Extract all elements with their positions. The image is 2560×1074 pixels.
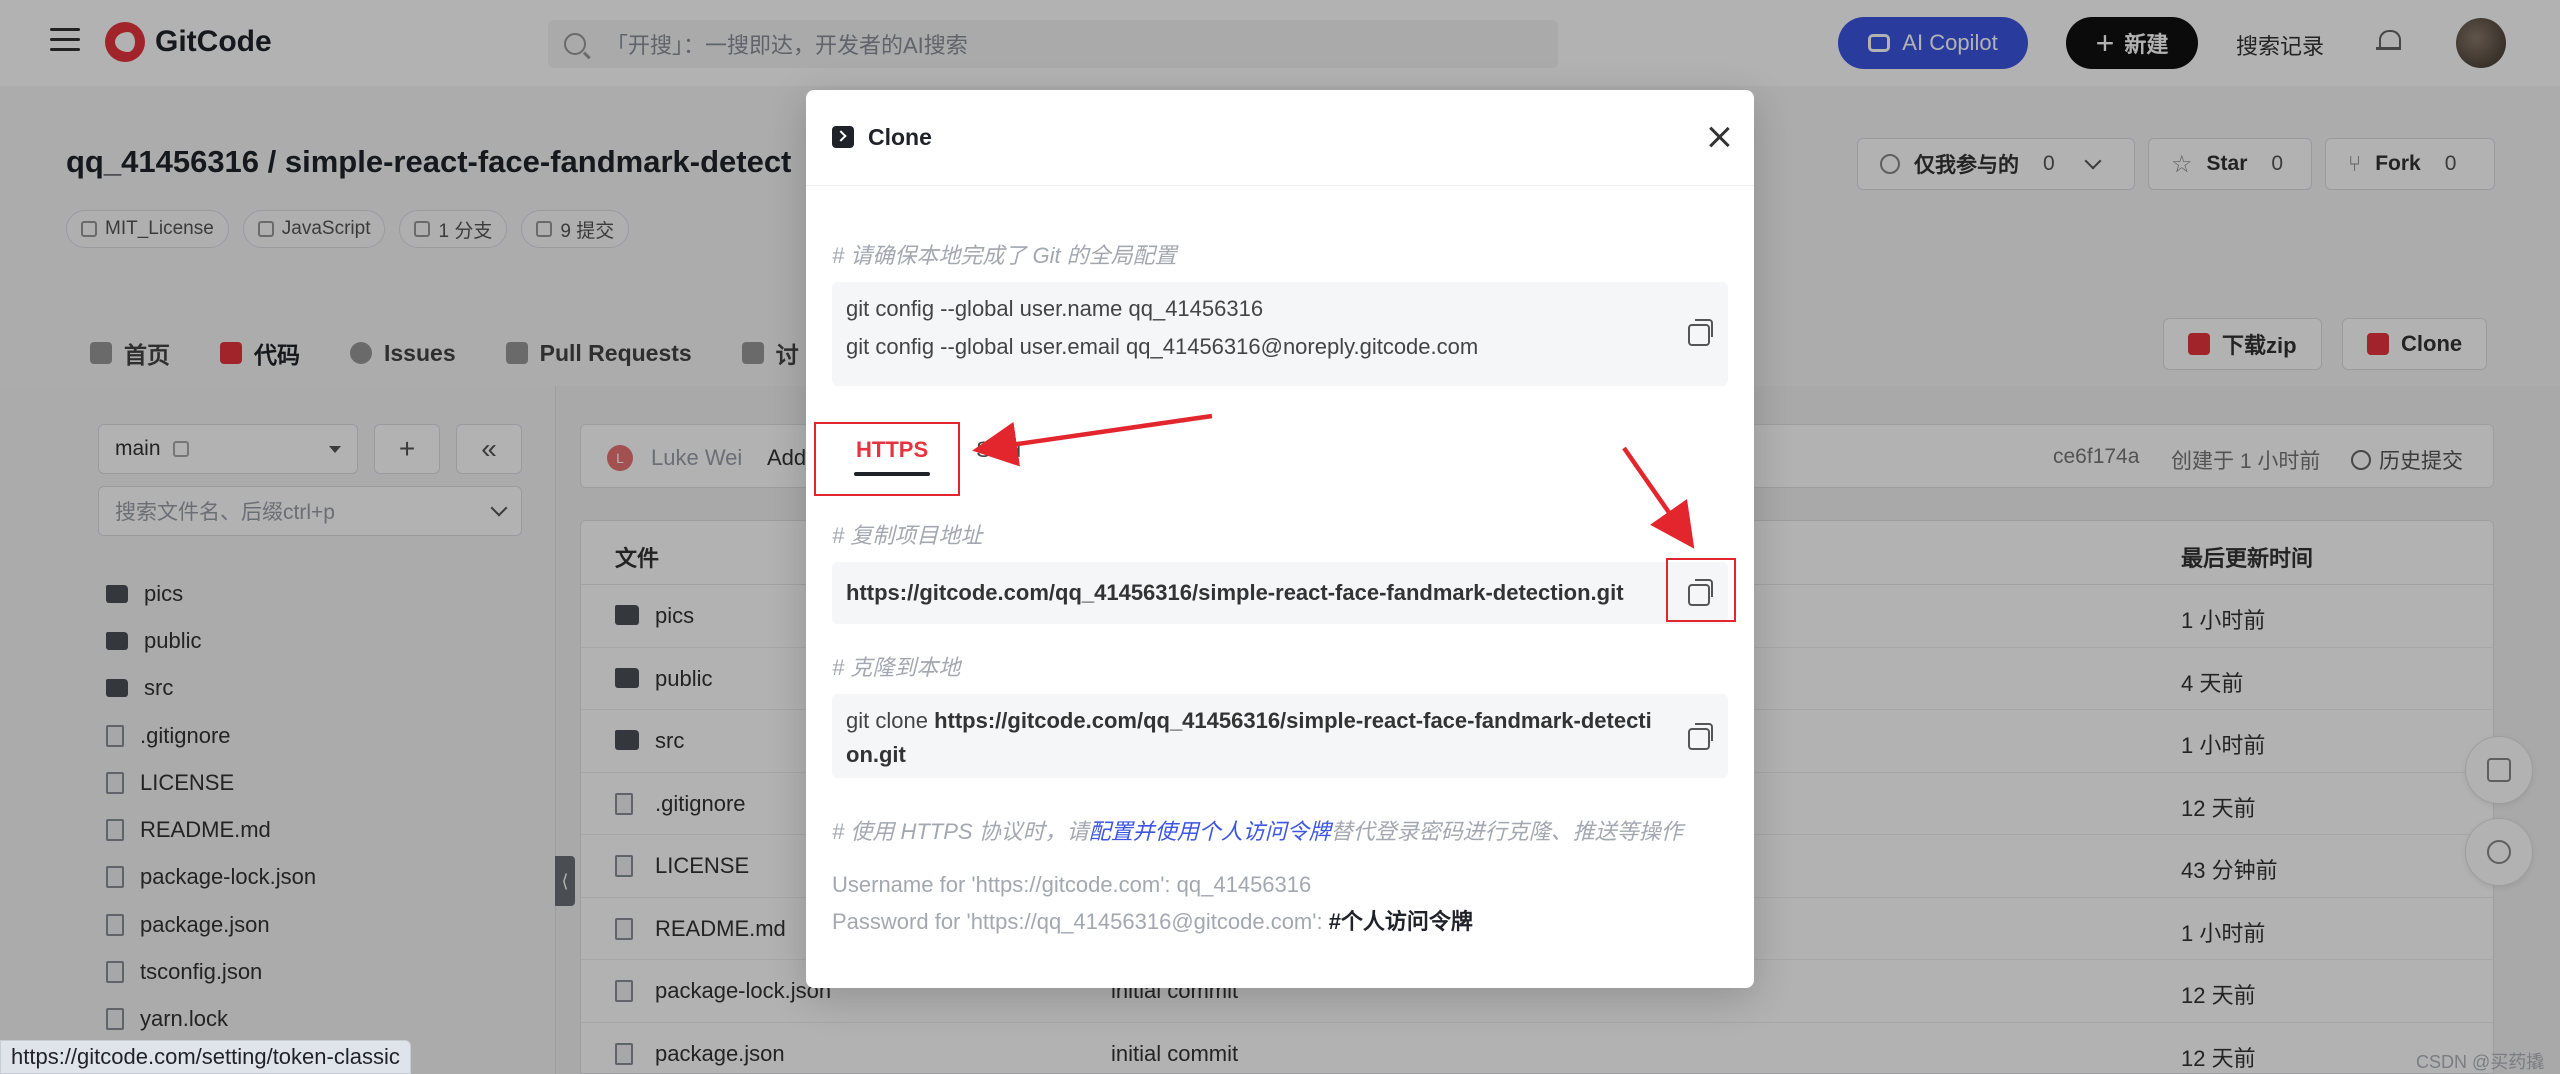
modal-title: Clone — [868, 124, 932, 150]
password-prefix: Password for 'https://qq_41456316@gitcod… — [832, 909, 1329, 934]
modal-header: Clone — [806, 90, 1754, 186]
close-icon[interactable] — [1704, 122, 1734, 152]
copy-highlight-box — [1666, 558, 1736, 622]
token-settings-link[interactable]: 配置并使用个人访问令牌 — [1089, 819, 1331, 844]
copy-clone-icon[interactable] — [1688, 723, 1713, 750]
username-line: Username for 'https://gitcode.com': qq_4… — [832, 872, 1312, 897]
clone-modal: Clone # 请确保本地完成了 Git 的全局配置 git config --… — [806, 90, 1754, 988]
status-bar-url: https://gitcode.com/setting/token-classi… — [0, 1040, 411, 1074]
https-note-prefix: # 使用 HTTPS 协议时，请 — [832, 819, 1089, 844]
clone-command-box: git clone https://gitcode.com/qq_4145631… — [832, 694, 1728, 778]
git-config-box: git config --global user.name qq_4145631… — [832, 282, 1728, 386]
https-note: # 使用 HTTPS 协议时，请配置并使用个人访问令牌替代登录密码进行克隆、推送… — [832, 814, 1683, 846]
repo-url-box: https://gitcode.com/qq_41456316/simple-r… — [832, 562, 1728, 624]
password-line: Password for 'https://qq_41456316@gitcod… — [832, 904, 1473, 936]
config-comment: # 请确保本地完成了 Git 的全局配置 — [832, 243, 1177, 268]
clone-prefix: git clone — [846, 708, 935, 733]
tab-ssh[interactable]: SSH — [952, 420, 1045, 480]
clone-url-part1: https://gitcode.com/qq_41456316/simple-r… — [934, 708, 1652, 733]
clone-command[interactable]: git clone https://gitcode.com/qq_4145631… — [846, 704, 1656, 772]
clone-url-part2: on.git — [846, 742, 906, 767]
password-token: #个人访问令牌 — [1328, 909, 1473, 934]
repo-url[interactable]: https://gitcode.com/qq_41456316/simple-r… — [846, 580, 1624, 606]
config-line-2: git config --global user.email qq_414563… — [846, 334, 1479, 359]
copy-icon[interactable] — [1688, 319, 1713, 346]
https-highlight-box — [814, 422, 960, 496]
https-note-suffix: 替代登录密码进行克隆、推送等操作 — [1330, 819, 1683, 844]
clone-comment: # 克隆到本地 — [832, 655, 961, 680]
terminal-icon — [832, 126, 854, 148]
config-line-1: git config --global user.name qq_4145631… — [846, 296, 1264, 321]
copy-url-comment: # 复制项目地址 — [832, 523, 983, 548]
